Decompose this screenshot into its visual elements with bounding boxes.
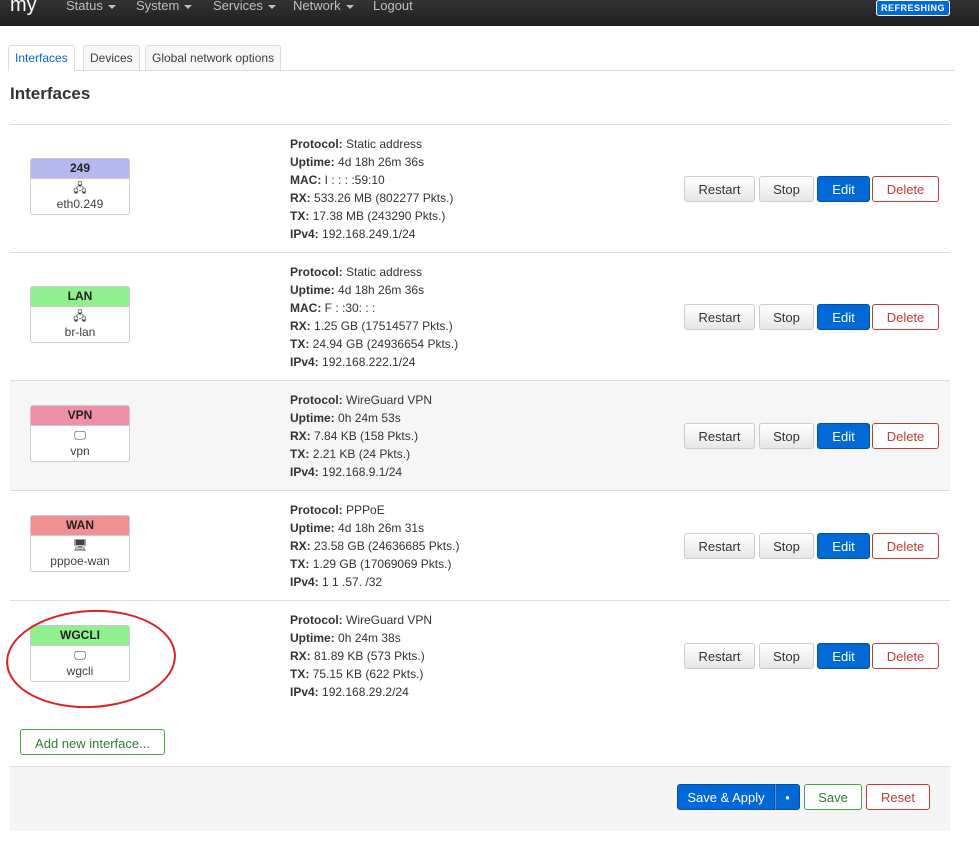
info-uptime: Uptime: 0h 24m 53s [290,411,401,425]
info-ipv4: IPv4: 192.168.29.2/24 [290,685,409,699]
delete-button[interactable]: Delete [872,304,939,330]
info-uptime: Uptime: 4d 18h 26m 36s [290,283,425,297]
save-apply-dropdown-toggle[interactable]: • [775,784,800,810]
caret-down-icon [345,4,354,9]
interface-row: LAN 🖧 br-lan Protocol: Static address Upt… [10,252,950,381]
info-ipv4: IPv4: 192.168.249.1/24 [290,227,416,241]
interface-device: pppoe-wan [50,554,110,568]
interface-badge[interactable]: VPN 🖵 vpn [30,405,130,462]
menu-status[interactable]: Status [66,0,116,13]
restart-button[interactable]: Restart [684,176,755,202]
interface-device: br-lan [64,325,96,339]
page-title: Interfaces [10,84,91,103]
delete-button[interactable]: Delete [872,176,939,202]
info-protocol: Protocol: Static address [290,265,423,279]
caret-down-icon [267,4,276,9]
stop-button[interactable]: Stop [759,643,814,669]
tab-global-network-options[interactable]: Global network options [145,45,282,70]
info-mac: MAC: I : : : :59:10 [290,173,385,187]
info-protocol: Protocol: WireGuard VPN [290,393,433,407]
interface-info: Protocol: Static address Uptime: 4d 18h 2… [290,135,453,243]
interface-badge[interactable]: 249 🖧 eth0.249 [30,158,130,215]
menu-system[interactable]: System [136,0,193,13]
info-rx: RX: 81.89 KB (573 Pkts.) [290,649,425,663]
delete-button[interactable]: Delete [872,533,939,559]
info-protocol: Protocol: Static address [290,137,423,151]
delete-button[interactable]: Delete [872,643,939,669]
info-mac: MAC: F : :30: : : [290,301,376,315]
interface-name: LAN [31,287,129,307]
edit-button[interactable]: Edit [817,643,870,669]
stop-button[interactable]: Stop [759,423,814,449]
edit-button[interactable]: Edit [817,423,870,449]
edit-button[interactable]: Edit [817,304,870,330]
interface-badge[interactable]: WAN 🖥 pppoe-wan [30,515,130,572]
network-interface-icon: 🖧 [73,181,87,195]
info-tx: TX: 2.21 KB (24 Pkts.) [290,447,411,461]
stop-button[interactable]: Stop [759,533,814,559]
top-navbar: my Status System Services Network Logout… [0,0,979,26]
interface-info: Protocol: Static address Uptime: 4d 18h 2… [290,263,458,371]
info-rx: RX: 1.25 GB (17514577 Pkts.) [290,319,453,333]
menu-network[interactable]: Network [293,0,354,13]
tab-devices[interactable]: Devices [83,45,140,70]
info-rx: RX: 23.58 GB (24636685 Pkts.) [290,539,460,553]
caret-down-icon [107,4,116,9]
dropdown-dot-icon: • [785,790,790,805]
restart-button[interactable]: Restart [684,423,755,449]
info-tx: TX: 75.15 KB (622 Pkts.) [290,667,424,681]
info-tx: TX: 24.94 GB (24936654 Pkts.) [290,337,459,351]
menu-logout[interactable]: Logout [373,0,413,13]
restart-button[interactable]: Restart [684,533,755,559]
caret-down-icon [184,4,193,9]
interface-device: eth0.249 [56,197,104,211]
interface-info: Protocol: PPPoE Uptime: 4d 18h 26m 31s RX:… [290,501,459,591]
tab-interfaces[interactable]: Interfaces [8,45,75,71]
interface-badge[interactable]: LAN 🖧 br-lan [30,286,130,343]
add-new-interface-button[interactable]: Add new interface... [20,729,165,755]
save-button[interactable]: Save [804,784,862,810]
brand-logo[interactable]: my [10,0,37,17]
interface-row: VPN 🖵 vpn Protocol: WireGuard VPN Uptime:… [10,380,950,491]
interface-device: vpn [70,444,90,458]
edit-button[interactable]: Edit [817,176,870,202]
info-rx: RX: 533.26 MB (802277 Pkts.) [290,191,454,205]
info-rx: RX: 7.84 KB (158 Pkts.) [290,429,419,443]
interface-row: WAN 🖥 pppoe-wan Protocol: PPPoE Uptime: 4… [10,490,950,601]
tab-bar: Interfaces Devices Global network option… [8,45,955,71]
restart-button[interactable]: Restart [684,643,755,669]
refreshing-badge[interactable]: REFRESHING [875,0,950,16]
info-protocol: Protocol: WireGuard VPN [290,613,433,627]
stop-button[interactable]: Stop [759,304,814,330]
info-tx: TX: 17.38 MB (243290 Pkts.) [290,209,446,223]
info-ipv4: IPv4: 192.168.222.1/24 [290,355,416,369]
network-interface-icon: 🖥 [72,538,88,552]
reset-button[interactable]: Reset [866,784,930,810]
info-uptime: Uptime: 4d 18h 26m 36s [290,155,425,169]
info-tx: TX: 1.29 GB (17069069 Pkts.) [290,557,452,571]
interface-info: Protocol: WireGuard VPN Uptime: 0h 24m 38… [290,611,432,701]
interface-name: WAN [31,516,129,536]
stop-button[interactable]: Stop [759,176,814,202]
interface-name: 249 [31,159,129,179]
interface-row: 249 🖧 eth0.249 Protocol: Static address U… [10,124,950,253]
save-apply-button[interactable]: Save & Apply [677,784,775,810]
menu-services[interactable]: Services [213,0,276,13]
info-ipv4: IPv4: 192.168.9.1/24 [290,465,403,479]
info-ipv4: IPv4: 1 1 .57. /32 [290,575,383,589]
interface-name: VPN [31,406,129,426]
delete-button[interactable]: Delete [872,423,939,449]
info-protocol: Protocol: PPPoE [290,503,385,517]
edit-button[interactable]: Edit [817,533,870,559]
info-uptime: Uptime: 0h 24m 38s [290,631,401,645]
restart-button[interactable]: Restart [684,304,755,330]
network-interface-icon: 🖧 [73,309,87,323]
info-uptime: Uptime: 4d 18h 26m 31s [290,521,425,535]
interface-info: Protocol: WireGuard VPN Uptime: 0h 24m 53… [290,391,432,481]
network-interface-icon: 🖵 [74,428,86,442]
